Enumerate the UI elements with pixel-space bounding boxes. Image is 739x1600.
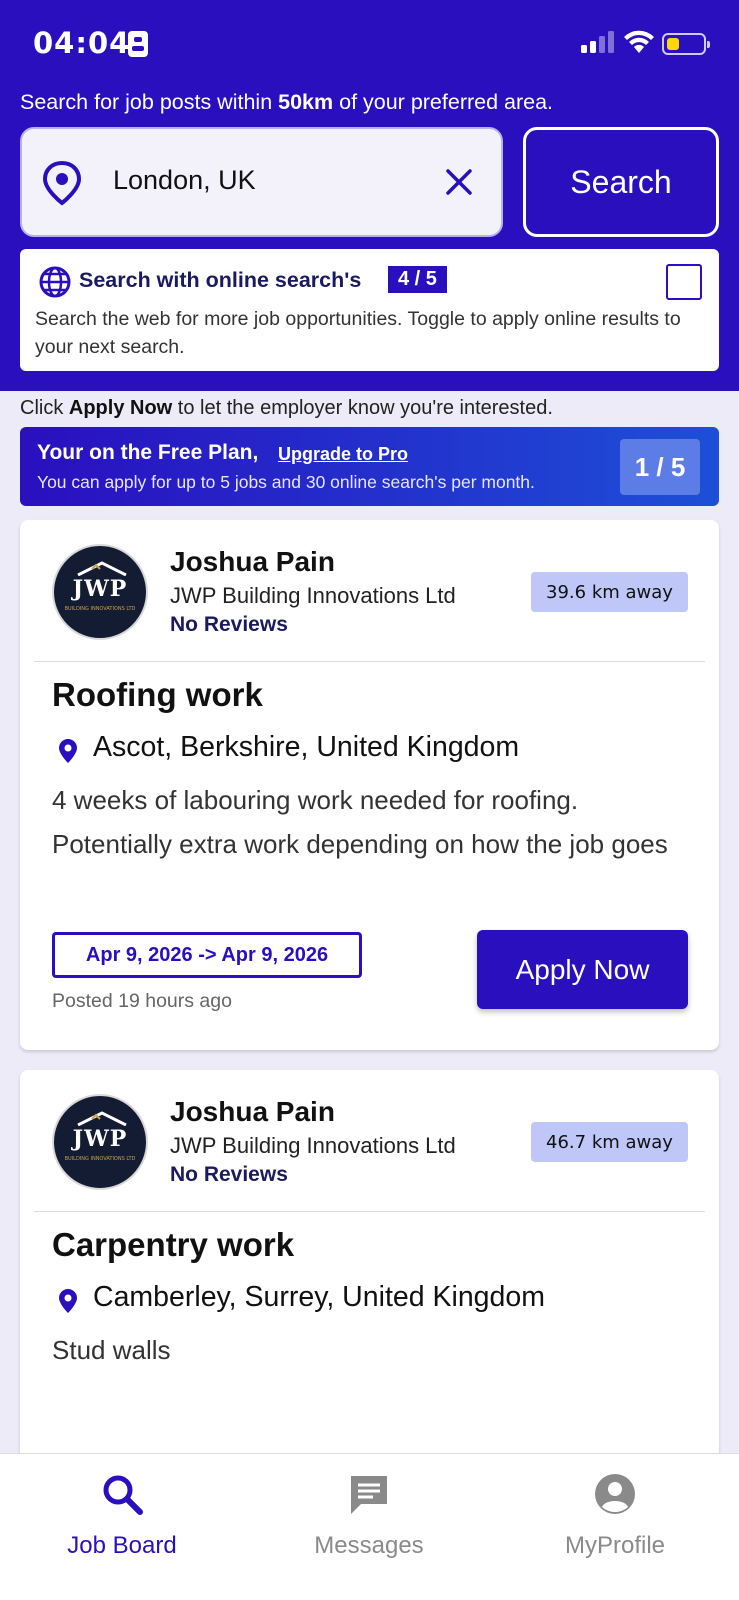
id-badge-icon	[128, 31, 148, 57]
roof-icon	[77, 1111, 127, 1126]
company-name: JWP Building Innovations Ltd	[170, 1133, 456, 1158]
card-divider	[34, 661, 705, 662]
tab-label: Messages	[314, 1532, 424, 1559]
logo-text: JWP	[72, 576, 128, 602]
plan-banner: Your on the Free Plan, Upgrade to Pro Yo…	[20, 427, 719, 506]
cellular-signal-icon	[581, 31, 614, 53]
logo-text: JWP	[72, 1126, 128, 1152]
location-pin-icon	[59, 739, 77, 763]
distance-badge: 46.7 km away	[531, 1122, 688, 1162]
job-title: Carpentry work	[52, 1226, 295, 1263]
online-search-title: Search with online search's	[79, 268, 362, 292]
roof-icon	[77, 561, 127, 576]
plan-subtitle: You can apply for up to 5 jobs and 30 on…	[37, 472, 535, 492]
tab-label: MyProfile	[564, 1532, 666, 1559]
battery-icon	[662, 33, 710, 55]
company-name: JWP Building Innovations Ltd	[170, 583, 456, 608]
location-pin-icon	[59, 1289, 77, 1313]
wifi-icon	[624, 30, 654, 53]
clear-icon[interactable]	[442, 165, 476, 199]
job-location: Ascot, Berkshire, United Kingdom	[93, 731, 520, 763]
online-search-count: 4 / 5	[388, 266, 447, 293]
job-card[interactable]: JWP BUILDING INNOVATIONS LTD Joshua Pain…	[20, 520, 719, 1050]
job-dates: Apr 9, 2026 -> Apr 9, 2026	[52, 932, 362, 978]
location-input[interactable]: London, UK	[20, 127, 503, 237]
search-button[interactable]: Search	[523, 127, 719, 237]
status-time: 04:04	[33, 26, 131, 60]
logo-subtext: BUILDING INNOVATIONS LTD	[64, 1156, 136, 1162]
online-search-checkbox[interactable]	[666, 264, 702, 300]
plan-title: Your on the Free Plan,	[37, 441, 259, 464]
job-card[interactable]: JWP BUILDING INNOVATIONS LTD Joshua Pain…	[20, 1070, 719, 1460]
header-panel: 04:04 Search for job posts within 50km o…	[0, 0, 739, 391]
search-radius-hint: Search for job posts within 50km of your…	[20, 90, 554, 114]
upgrade-link[interactable]: Upgrade to Pro	[278, 444, 408, 465]
job-title: Roofing work	[52, 676, 263, 713]
online-search-card: Search with online search's 4 / 5 Search…	[20, 249, 719, 371]
online-search-description: Search the web for more job opportunitie…	[35, 308, 681, 358]
map-pin-icon	[42, 160, 82, 206]
posted-time: Posted 19 hours ago	[52, 990, 232, 1012]
owner-name: Joshua Pain	[170, 546, 335, 577]
company-logo: JWP BUILDING INNOVATIONS LTD	[52, 1094, 148, 1190]
distance-badge: 39.6 km away	[531, 572, 688, 612]
apply-hint: Click Apply Now to let the employer know…	[20, 397, 553, 419]
card-divider	[34, 1211, 705, 1212]
job-description: Stud walls	[52, 1335, 171, 1365]
apply-now-button[interactable]: Apply Now	[477, 930, 688, 1009]
owner-name: Joshua Pain	[170, 1096, 335, 1127]
job-location: Camberley, Surrey, United Kingdom	[93, 1281, 545, 1313]
profile-icon	[595, 1474, 635, 1514]
plan-count: 1 / 5	[620, 439, 700, 495]
job-description: 4 weeks of labouring work needed for roo…	[52, 785, 668, 859]
company-logo: JWP BUILDING INNOVATIONS LTD	[52, 544, 148, 640]
location-value: London, UK	[113, 165, 256, 195]
reviews-label[interactable]: No Reviews	[170, 1163, 288, 1187]
logo-subtext: BUILDING INNOVATIONS LTD	[64, 606, 136, 612]
tab-label: Job Board	[67, 1532, 177, 1559]
reviews-label[interactable]: No Reviews	[170, 613, 288, 637]
search-icon	[103, 1475, 143, 1515]
message-icon	[351, 1476, 387, 1514]
globe-icon	[39, 266, 71, 298]
bottom-tab-bar: Job Board Messages MyProfile	[0, 1453, 739, 1600]
